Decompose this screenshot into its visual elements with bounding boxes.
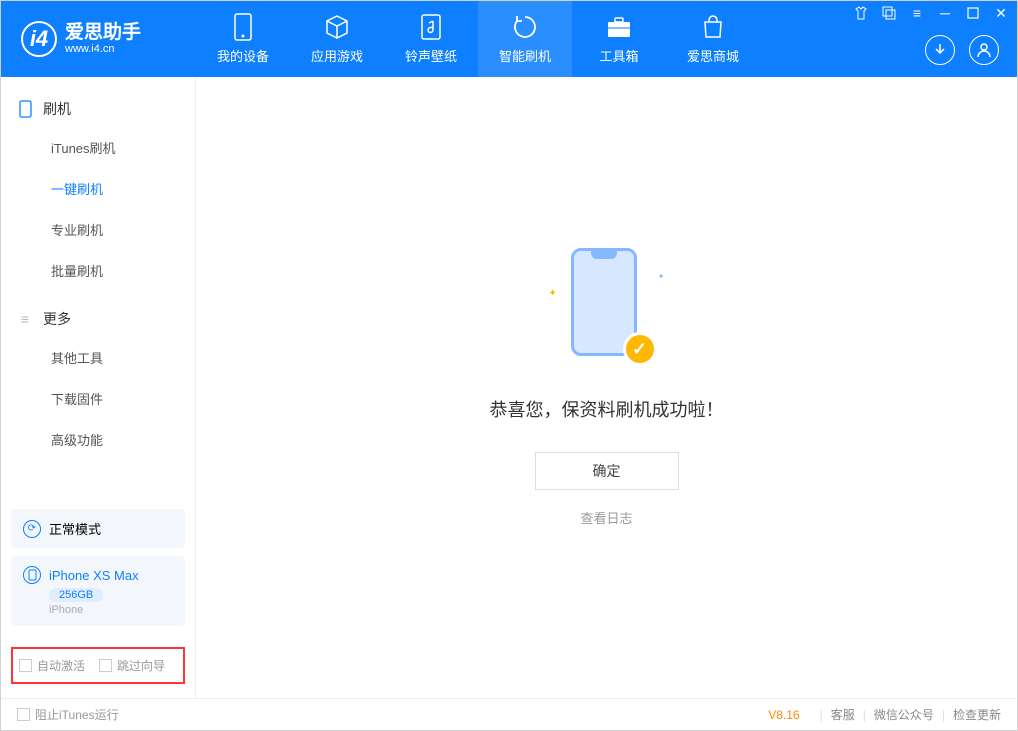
checkbox-icon (99, 659, 112, 672)
logo-text: 爱思助手 www.i4.cn (65, 23, 141, 56)
list-icon: ≡ (17, 311, 33, 327)
layers-icon[interactable] (881, 5, 897, 21)
bag-icon (700, 14, 726, 40)
nav-tab-label: 智能刷机 (499, 46, 551, 65)
footer-right: V8.16 | 客服 | 微信公众号 | 检查更新 (768, 706, 1001, 723)
footer-link-update[interactable]: 检查更新 (953, 706, 1001, 723)
download-button[interactable] (925, 35, 955, 65)
device-type: iPhone (49, 604, 173, 616)
checkbox-skip-wizard[interactable]: 跳过向导 (99, 657, 165, 674)
checkbox-highlight-row: 自动激活 跳过向导 (11, 647, 185, 684)
nav-tab-apps[interactable]: 应用游戏 (290, 1, 384, 77)
checkbox-label: 跳过向导 (117, 657, 165, 674)
logo-area: i4 爱思助手 www.i4.cn (1, 21, 196, 57)
checkbox-icon (19, 659, 32, 672)
menu-icon[interactable]: ≡ (909, 5, 925, 21)
main-content: ✦ ✦ ✓ 恭喜您，保资料刷机成功啦！ 确定 查看日志 (196, 77, 1017, 698)
device-icon (230, 14, 256, 40)
header-right (925, 35, 999, 65)
sidebar-item-batch-flash[interactable]: 批量刷机 (1, 250, 195, 291)
cube-icon (324, 14, 350, 40)
toolbox-icon (606, 14, 632, 40)
nav-tab-label: 工具箱 (599, 46, 638, 65)
mode-label: 正常模式 (49, 519, 101, 538)
shirt-icon[interactable] (853, 5, 869, 21)
close-icon[interactable]: ✕ (993, 5, 1009, 21)
refresh-icon (512, 14, 538, 40)
nav-tab-toolbox[interactable]: 工具箱 (572, 1, 666, 77)
nav-tab-label: 我的设备 (217, 46, 269, 65)
device-cards: ⟳ 正常模式 iPhone XS Max 256GB iPhone (11, 509, 185, 626)
nav-tab-flash[interactable]: 智能刷机 (478, 1, 572, 77)
sparkle-icon: ✦ (658, 272, 665, 281)
nav-tab-store[interactable]: 爱思商城 (666, 1, 760, 77)
app-url: www.i4.cn (65, 43, 141, 55)
window-controls-top: ≡ ─ ✕ (853, 5, 1009, 21)
header: i4 爱思助手 www.i4.cn 我的设备 应用游戏 铃声壁纸 智能刷机 工具… (1, 1, 1017, 77)
nav-tab-label: 应用游戏 (311, 46, 363, 65)
phone-icon (17, 101, 33, 117)
version-label: V8.16 (768, 708, 799, 722)
body-area: 刷机 iTunes刷机 一键刷机 专业刷机 批量刷机 ≡ 更多 其他工具 下载固… (1, 77, 1017, 698)
nav-tab-label: 铃声壁纸 (405, 46, 457, 65)
app-title: 爱思助手 (65, 23, 141, 44)
footer-link-wechat[interactable]: 微信公众号 (874, 706, 934, 723)
checkbox-label: 阻止iTunes运行 (35, 706, 119, 723)
app-logo-icon: i4 (21, 21, 57, 57)
minimize-icon[interactable]: ─ (937, 5, 953, 21)
sidebar-item-oneclick-flash[interactable]: 一键刷机 (1, 168, 195, 209)
checkbox-block-itunes[interactable]: 阻止iTunes运行 (17, 706, 119, 723)
sidebar: 刷机 iTunes刷机 一键刷机 专业刷机 批量刷机 ≡ 更多 其他工具 下载固… (1, 77, 196, 698)
sidebar-item-itunes-flash[interactable]: iTunes刷机 (1, 127, 195, 168)
sparkle-icon: ✦ (549, 288, 557, 299)
success-illustration: ✦ ✦ ✓ (527, 248, 687, 368)
footer-link-service[interactable]: 客服 (831, 706, 855, 723)
confirm-button[interactable]: 确定 (535, 452, 679, 490)
nav-tab-label: 爱思商城 (687, 46, 739, 65)
footer: 阻止iTunes运行 V8.16 | 客服 | 微信公众号 | 检查更新 (1, 698, 1017, 730)
footer-left: 阻止iTunes运行 (17, 706, 119, 723)
sidebar-item-other-tools[interactable]: 其他工具 (1, 337, 195, 378)
view-log-link[interactable]: 查看日志 (580, 508, 632, 527)
group-title: 更多 (43, 309, 71, 329)
device-card[interactable]: iPhone XS Max 256GB iPhone (11, 556, 185, 626)
maximize-icon[interactable] (965, 5, 981, 21)
check-badge-icon: ✓ (623, 332, 657, 366)
sidebar-item-advanced[interactable]: 高级功能 (1, 419, 195, 460)
mode-icon: ⟳ (23, 520, 41, 538)
mode-card[interactable]: ⟳ 正常模式 (11, 509, 185, 548)
group-title: 刷机 (43, 99, 71, 119)
sidebar-group-more: ≡ 更多 (1, 301, 195, 337)
checkbox-icon (17, 708, 30, 721)
user-button[interactable] (969, 35, 999, 65)
checkbox-label: 自动激活 (37, 657, 85, 674)
nav-tab-ringtone[interactable]: 铃声壁纸 (384, 1, 478, 77)
nav-tabs: 我的设备 应用游戏 铃声壁纸 智能刷机 工具箱 爱思商城 (196, 1, 760, 77)
sidebar-item-pro-flash[interactable]: 专业刷机 (1, 209, 195, 250)
device-storage: 256GB (49, 588, 103, 602)
checkbox-auto-activate[interactable]: 自动激活 (19, 657, 85, 674)
device-phone-icon (23, 566, 41, 584)
device-name: iPhone XS Max (49, 568, 139, 583)
nav-tab-device[interactable]: 我的设备 (196, 1, 290, 77)
music-file-icon (418, 14, 444, 40)
sidebar-group-flash: 刷机 (1, 91, 195, 127)
success-message: 恭喜您，保资料刷机成功啦！ (490, 396, 724, 422)
sidebar-item-download-firmware[interactable]: 下载固件 (1, 378, 195, 419)
